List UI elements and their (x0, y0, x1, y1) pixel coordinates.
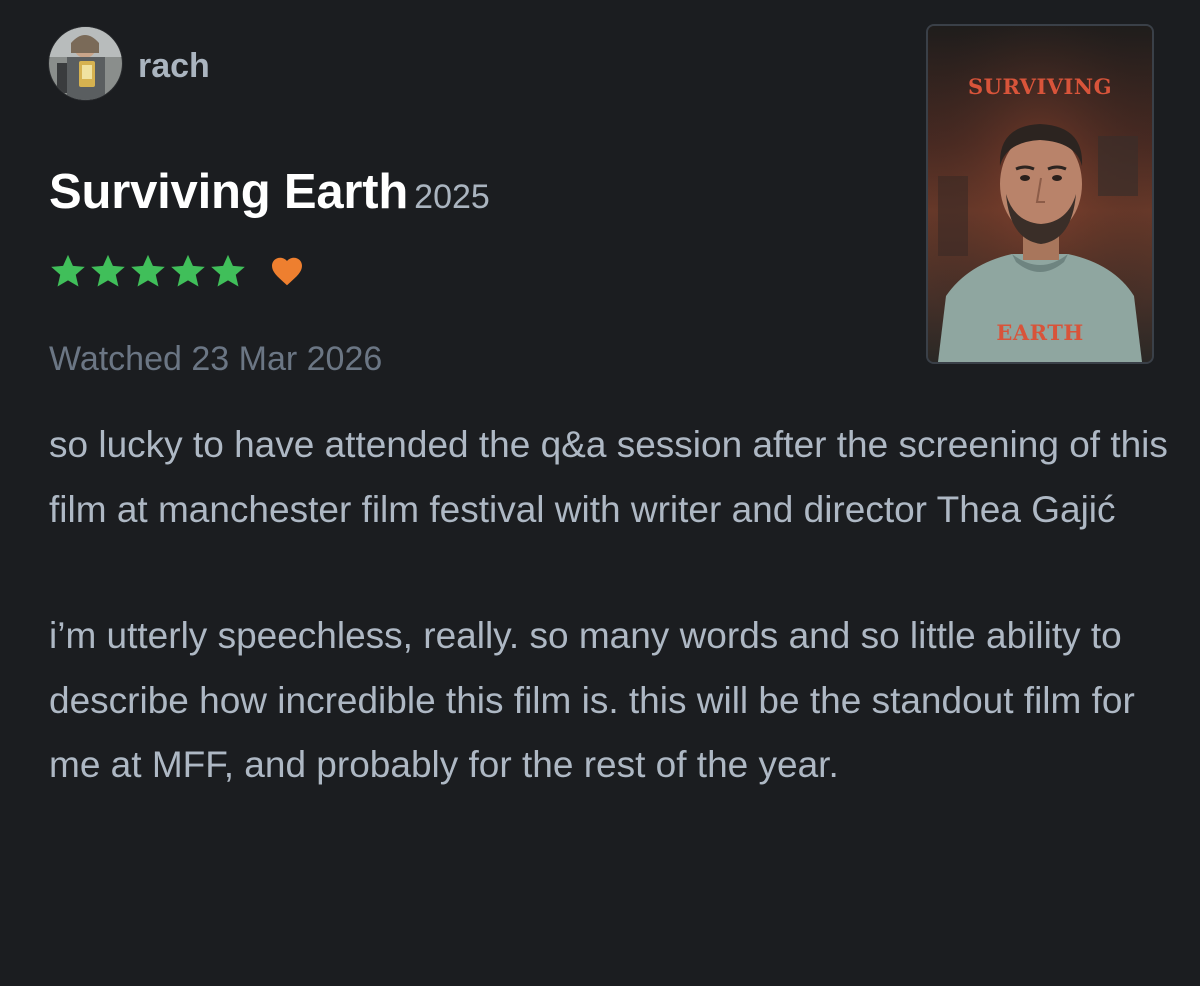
poster-title-bottom: EARTH (996, 320, 1084, 345)
heart-icon (272, 257, 302, 286)
rating-row (49, 251, 305, 291)
star-icon (171, 254, 205, 287)
star-icon (91, 254, 125, 287)
film-heading: Surviving Earth 2025 (49, 162, 490, 234)
username[interactable]: rach (138, 44, 210, 88)
avatar-image (49, 27, 122, 100)
film-year[interactable]: 2025 (414, 178, 490, 216)
review-body: so lucky to have attended the q&a sessio… (49, 413, 1169, 798)
review-paragraph: so lucky to have attended the q&a sessio… (49, 424, 1168, 530)
user-avatar[interactable] (49, 27, 122, 100)
star-icon (51, 254, 85, 287)
poster-title-top: SURVIVING (967, 74, 1113, 99)
star-icon (211, 254, 245, 287)
film-title[interactable]: Surviving Earth (49, 165, 408, 219)
film-poster[interactable]: SURVIVING EARTH (928, 26, 1152, 362)
watched-date: Watched 23 Mar 2026 (49, 340, 383, 378)
review-paragraph: i’m utterly speechless, really. so many … (49, 615, 1135, 785)
star-icon (131, 254, 165, 287)
